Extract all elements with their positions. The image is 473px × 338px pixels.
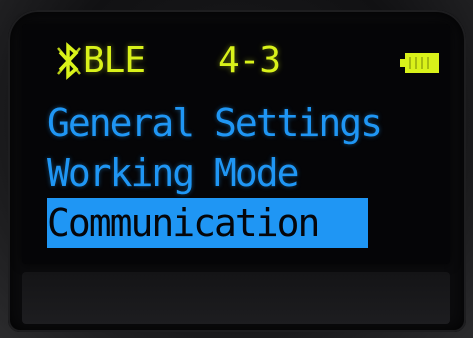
bluetooth-icon — [57, 42, 81, 80]
menu-item-label: General Settings — [47, 101, 383, 145]
page-indicator: 4-3 — [218, 40, 281, 81]
settings-menu: General Settings Working Mode Communicat… — [47, 98, 447, 248]
connection-label: BLE — [83, 40, 146, 81]
status-bar: BLE 4-3 — [36, 38, 446, 84]
menu-item-label: Working Mode — [47, 151, 300, 195]
device-body: BLE 4-3 General Settings Working Mode Co… — [0, 0, 473, 338]
menu-item-general-settings[interactable]: General Settings — [47, 98, 447, 148]
battery-icon — [400, 53, 439, 73]
lower-bezel — [22, 272, 450, 324]
menu-item-working-mode[interactable]: Working Mode — [47, 148, 447, 198]
menu-item-label: Communication — [47, 201, 320, 245]
menu-item-communication[interactable]: Communication — [47, 198, 368, 248]
